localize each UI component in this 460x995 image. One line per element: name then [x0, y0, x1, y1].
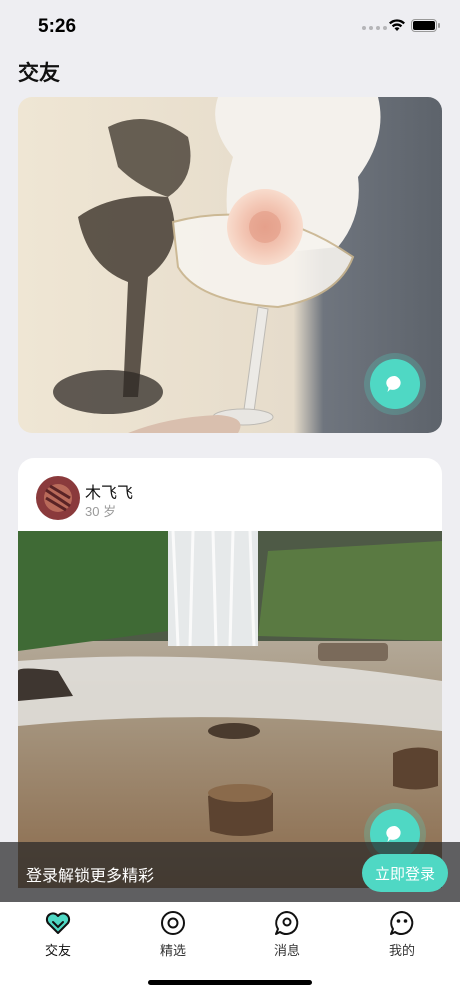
status-time: 5:26 [38, 16, 77, 37]
login-banner: 登录解锁更多精彩 立即登录 [0, 842, 460, 902]
signal-icon [362, 26, 387, 30]
tab-label: 我的 [388, 943, 415, 958]
status-bar: 5:26 [0, 0, 460, 50]
tab-label: 消息 [273, 943, 300, 958]
login-button[interactable]: 立即登录 [362, 854, 448, 892]
tab-friends[interactable]: 交友 [18, 908, 98, 959]
wifi-icon [389, 19, 405, 31]
heart-icon [45, 912, 71, 934]
user-age: 30 岁 [85, 504, 117, 519]
smiley-icon [390, 911, 414, 935]
battery-icon [411, 19, 440, 32]
chat-button[interactable] [370, 359, 420, 409]
tab-label: 交友 [44, 943, 71, 958]
login-prompt-text: 登录解锁更多精彩 [26, 868, 155, 885]
page-title: 交友 [18, 62, 60, 85]
tab-label: 精选 [159, 943, 186, 958]
avatar[interactable] [36, 476, 80, 520]
chat-bubble-icon [386, 375, 401, 392]
tab-messages[interactable]: 消息 [247, 908, 327, 959]
user-name[interactable]: 木飞飞 [85, 479, 133, 503]
tab-profile[interactable]: 我的 [362, 908, 442, 959]
target-icon [161, 911, 185, 935]
post-card-1[interactable] [18, 97, 442, 433]
chat-bubble-icon [275, 911, 299, 935]
tab-featured[interactable]: 精选 [133, 908, 213, 959]
home-indicator [148, 980, 312, 985]
